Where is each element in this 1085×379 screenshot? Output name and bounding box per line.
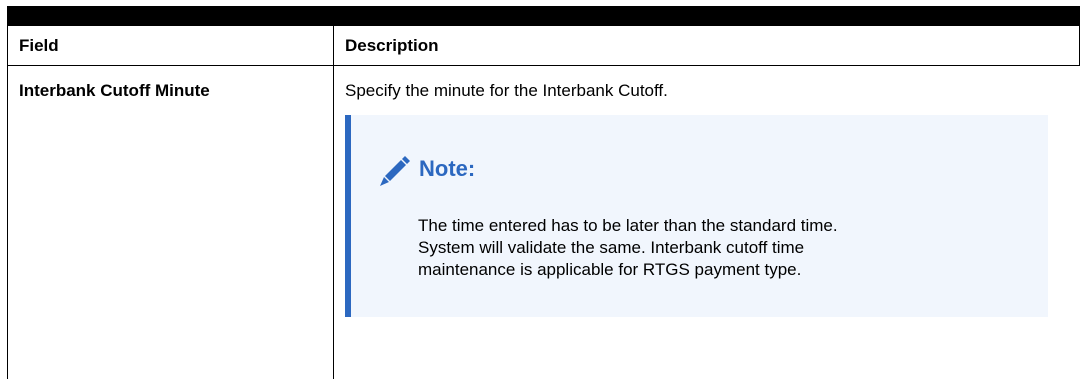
header-field: Field (19, 36, 59, 55)
table-top-rule (7, 6, 1080, 26)
table-border-right (1079, 26, 1080, 66)
note-text-line: maintenance is applicable for RTGS payme… (418, 260, 802, 279)
note-title: Note: (419, 156, 476, 181)
row-field-name: Interbank Cutoff Minute (19, 81, 210, 100)
row-description: Specify the minute for the Interbank Cut… (345, 81, 668, 100)
table-header-row: Field Description (7, 26, 1080, 66)
note-text-line: System will validate the same. Interbank… (418, 238, 805, 257)
table-border-left (7, 26, 8, 379)
pencil-icon (376, 151, 412, 187)
note-callout: Note: The time entered has to be later t… (345, 115, 1048, 317)
note-text-line: The time entered has to be later than th… (418, 216, 838, 235)
header-description: Description (345, 36, 439, 55)
table-column-divider (333, 26, 334, 379)
